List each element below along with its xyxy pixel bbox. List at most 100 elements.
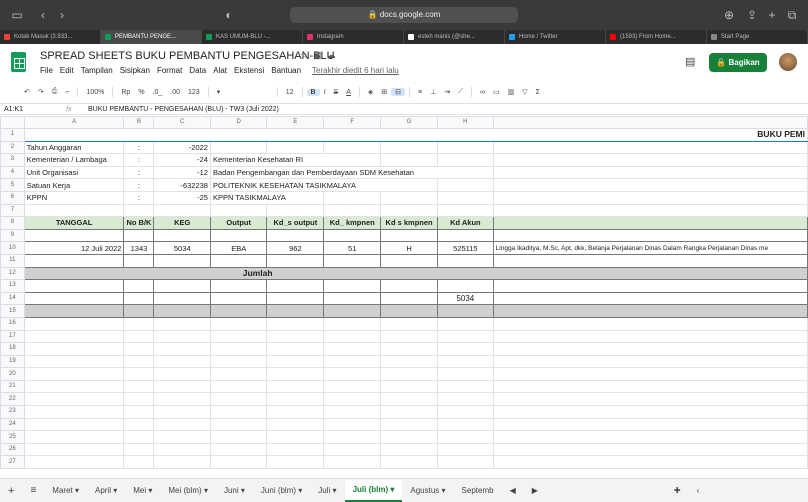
cell[interactable]	[209, 417, 268, 432]
column-header[interactable]	[492, 116, 808, 129]
browser-tab-active[interactable]: PEMBANTU PENGE...	[101, 30, 202, 44]
menu-format[interactable]: Format	[157, 66, 182, 75]
cell[interactable]: 51	[323, 241, 382, 255]
cell[interactable]	[266, 417, 325, 432]
cell[interactable]	[153, 329, 211, 344]
cell[interactable]	[123, 442, 155, 457]
horizontal-align-icon[interactable]: ≡	[414, 89, 426, 96]
row-header[interactable]: 1	[0, 128, 25, 142]
italic-icon[interactable]: I	[320, 89, 330, 96]
zoom-select[interactable]: 100%	[82, 89, 108, 96]
cell[interactable]	[209, 342, 268, 356]
cell[interactable]: Unit Organisasi	[23, 165, 125, 180]
document-title[interactable]: SPREAD SHEETS BUKU PEMBANTU PENGESAHAN-B…	[40, 50, 335, 62]
cell[interactable]	[323, 430, 382, 444]
cell[interactable]	[380, 253, 439, 268]
cell[interactable]	[492, 304, 808, 318]
header-cell[interactable]: Kd_ kmpnen	[323, 216, 382, 230]
cell[interactable]	[323, 442, 382, 457]
cell[interactable]	[492, 190, 808, 205]
cell[interactable]: 12 Juli 2022	[23, 241, 125, 255]
row-header[interactable]: 26	[0, 442, 25, 457]
cell[interactable]	[23, 291, 125, 306]
header-cell[interactable]: Kd Akun	[437, 216, 494, 230]
cell[interactable]	[23, 379, 125, 394]
cell[interactable]: 525115	[437, 241, 494, 255]
cell[interactable]	[380, 392, 439, 407]
header-cell[interactable]: TANGGAL	[23, 216, 125, 230]
cell[interactable]	[380, 316, 439, 331]
spreadsheet-grid[interactable]: A B C D E F G H 1 BUKU PEMI 2 Tahun Angg…	[0, 116, 808, 472]
cell[interactable]	[323, 316, 382, 331]
cell[interactable]: :	[123, 178, 155, 192]
cell[interactable]	[266, 253, 325, 268]
cell[interactable]	[209, 354, 268, 369]
row-header[interactable]: 13	[0, 279, 25, 293]
column-header[interactable]: F	[323, 116, 382, 129]
cell[interactable]	[380, 417, 439, 432]
name-box[interactable]: A1:K1	[4, 104, 23, 115]
row-header[interactable]: 7	[0, 203, 25, 218]
browser-tab[interactable]: KAS UMUM-BLU -...	[202, 30, 303, 44]
cell[interactable]	[153, 253, 211, 268]
merge-cells-icon[interactable]: ⊟	[391, 88, 405, 96]
cell[interactable]	[266, 367, 325, 381]
link-icon[interactable]: ∞	[476, 89, 489, 96]
cell[interactable]	[323, 455, 382, 470]
cell[interactable]	[209, 455, 268, 470]
new-tab-icon[interactable]: +	[765, 8, 779, 22]
row-header[interactable]: 15	[0, 304, 25, 318]
cell[interactable]	[492, 153, 808, 167]
sheets-logo-icon[interactable]	[11, 52, 26, 72]
all-sheets-icon[interactable]: ≡	[22, 485, 44, 496]
cell[interactable]	[437, 342, 494, 356]
cell[interactable]	[123, 354, 155, 369]
paint-format-icon[interactable]: ⌐	[61, 89, 73, 96]
cell[interactable]	[153, 442, 211, 457]
row-header[interactable]: 9	[0, 228, 25, 243]
cell[interactable]	[23, 228, 125, 243]
sheet-tab[interactable]: Mei ▾	[125, 486, 160, 495]
cell[interactable]	[380, 153, 439, 167]
cell[interactable]: Satuan Kerja	[23, 178, 125, 192]
cell[interactable]	[380, 203, 439, 218]
cell[interactable]	[153, 279, 211, 293]
cell[interactable]	[492, 354, 808, 369]
cell[interactable]: 1343	[123, 241, 155, 255]
cell[interactable]	[123, 203, 155, 218]
cell[interactable]	[153, 228, 211, 243]
cell[interactable]	[323, 253, 382, 268]
sheet-tab[interactable]: Maret ▾	[44, 486, 87, 495]
browser-tab[interactable]: esteh manis (@she...	[404, 30, 505, 44]
cell[interactable]	[153, 405, 211, 419]
row-header[interactable]: 10	[0, 241, 25, 255]
cell[interactable]	[23, 279, 125, 293]
cell[interactable]	[23, 342, 125, 356]
column-header[interactable]: A	[23, 116, 125, 129]
cell[interactable]	[437, 279, 494, 293]
row-header[interactable]: 14	[0, 291, 25, 306]
cell[interactable]	[23, 304, 125, 318]
increase-decimal-button[interactable]: .00	[166, 89, 184, 96]
cell[interactable]	[266, 354, 325, 369]
cell[interactable]	[323, 291, 382, 306]
cell[interactable]	[153, 316, 211, 331]
row-header[interactable]: 12	[0, 266, 25, 281]
cell[interactable]	[23, 203, 125, 218]
cell[interactable]	[209, 329, 268, 344]
undo-icon[interactable]: ↶	[20, 88, 34, 96]
cell[interactable]	[437, 190, 494, 205]
fill-color-icon[interactable]: ◈	[364, 88, 377, 96]
cell[interactable]	[437, 153, 494, 167]
cell[interactable]	[123, 316, 155, 331]
header-cell[interactable]: No B/K	[123, 216, 155, 230]
cell[interactable]	[209, 228, 268, 243]
cell[interactable]	[266, 442, 325, 457]
row-header[interactable]: 11	[0, 253, 25, 268]
privacy-icon[interactable]: ◐	[222, 8, 236, 22]
cell[interactable]	[266, 405, 325, 419]
cell[interactable]	[209, 316, 268, 331]
sheet-tab[interactable]: Juni ▾	[216, 486, 253, 495]
header-cell[interactable]: Output	[209, 216, 268, 230]
cell[interactable]	[153, 342, 211, 356]
